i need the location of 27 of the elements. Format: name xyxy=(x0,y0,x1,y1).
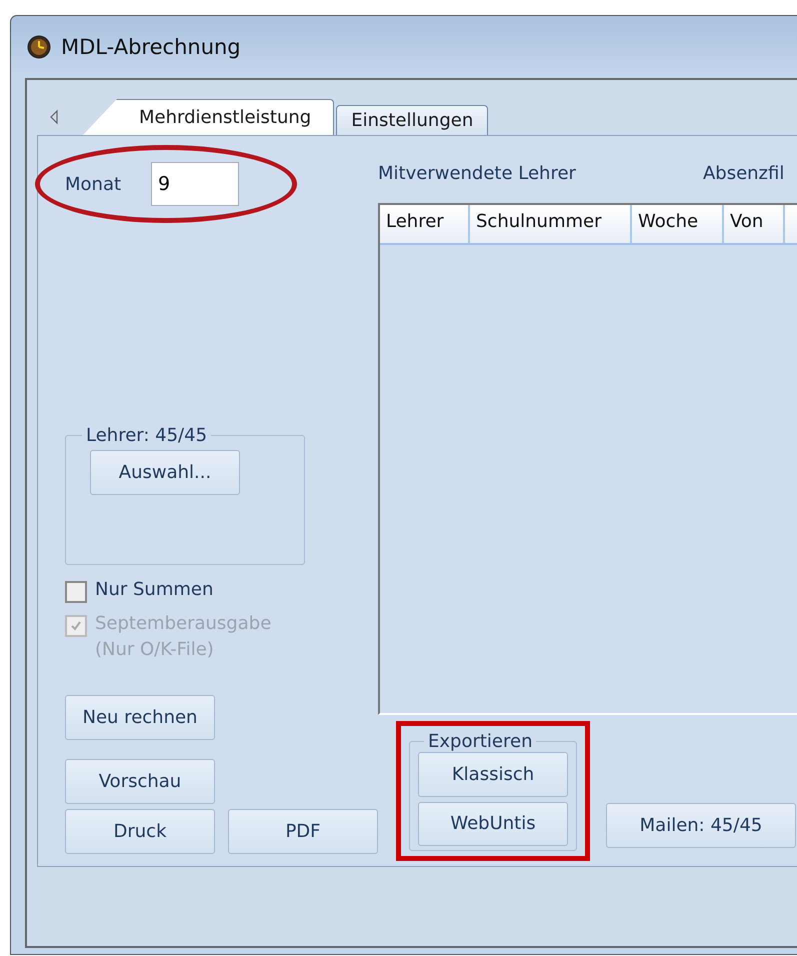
clock-icon xyxy=(27,35,51,59)
scroll-left-icon[interactable] xyxy=(49,109,59,125)
column-header[interactable]: Lehrer xyxy=(380,205,470,243)
month-field[interactable]: 9 xyxy=(151,162,240,206)
tab[interactable]: Einstellungen xyxy=(336,105,488,135)
column-header[interactable]: Woche xyxy=(632,205,724,243)
month-label: Monat xyxy=(65,174,122,194)
column-header[interactable]: Schulnummer xyxy=(470,205,632,243)
column-header[interactable]: Von xyxy=(724,205,785,243)
action-button[interactable]: Druck xyxy=(65,809,215,854)
action-button[interactable]: Vorschau xyxy=(65,759,215,804)
group-label: Exportieren xyxy=(427,731,534,752)
section-label: Absenzfil xyxy=(702,163,784,186)
checkbox[interactable] xyxy=(65,581,87,603)
action-button[interactable]: PDF xyxy=(228,809,378,854)
mail-button[interactable]: Mailen: 45/45 xyxy=(606,803,796,848)
tab[interactable]: Mehrdienstleistung xyxy=(83,99,334,135)
section-label: Mitverwendete Lehrer xyxy=(378,163,576,186)
group-label: Lehrer: 45/45 xyxy=(85,425,208,446)
checkbox-label: Septemberausgabe (Nur O/K-File) xyxy=(95,612,272,662)
check-icon xyxy=(70,620,82,632)
window-title: MDL-Abrechnung xyxy=(61,35,241,59)
select-button[interactable]: Auswahl... xyxy=(90,450,240,495)
export-button[interactable]: Klassisch xyxy=(418,752,568,796)
action-button[interactable]: Neu rechnen xyxy=(65,695,215,740)
checkbox-label: Nur Summen xyxy=(95,578,214,602)
export-button[interactable]: WebUntis xyxy=(418,802,568,846)
